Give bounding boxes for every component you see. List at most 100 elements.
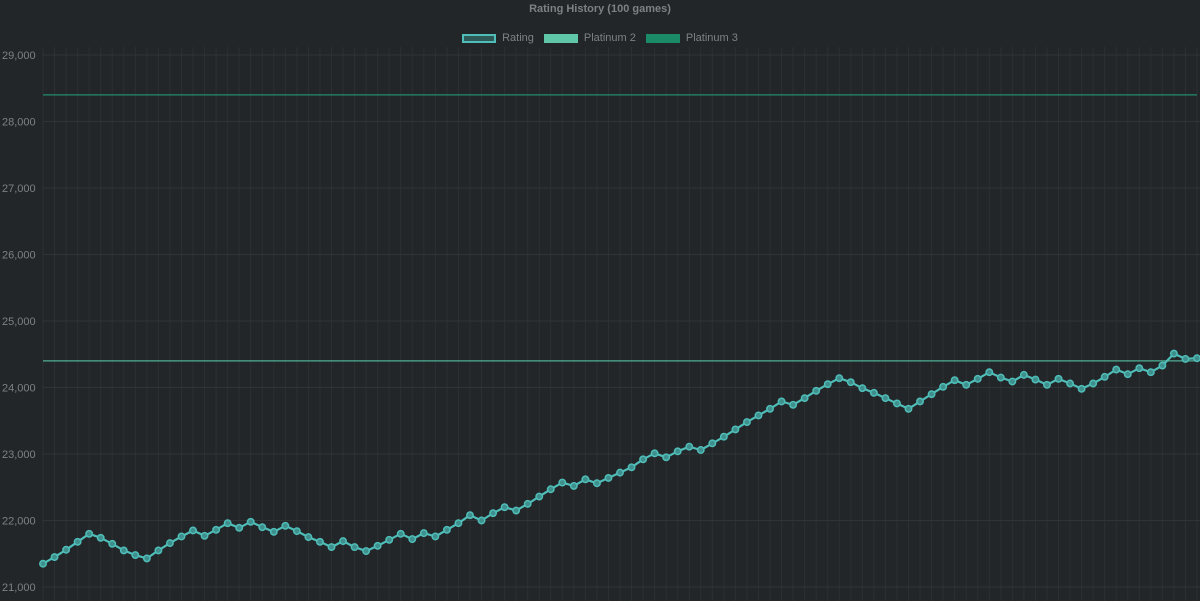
rating-point xyxy=(939,382,948,391)
rating-point xyxy=(719,432,728,441)
rating-point xyxy=(1077,384,1086,393)
y-tick-label: 29,000 xyxy=(2,50,36,62)
rating-point xyxy=(858,384,867,393)
rating-point xyxy=(477,516,486,525)
rating-point xyxy=(373,541,382,550)
rating-point xyxy=(927,390,936,399)
rating-point xyxy=(350,543,359,552)
rating-point xyxy=(212,525,221,534)
rating-point xyxy=(685,442,694,451)
rating-point xyxy=(281,521,290,530)
rating-point xyxy=(558,478,567,487)
rating-point xyxy=(846,378,855,387)
rating-point xyxy=(731,425,740,434)
rating-point xyxy=(673,447,682,456)
rating-point xyxy=(1169,349,1178,358)
rating-point xyxy=(1019,370,1028,379)
rating-point xyxy=(973,374,982,383)
rating-point xyxy=(512,506,521,515)
y-tick-label: 25,000 xyxy=(2,316,36,328)
rating-point xyxy=(777,397,786,406)
rating-point xyxy=(569,481,578,490)
y-tick-label: 21,000 xyxy=(2,582,36,594)
rating-point xyxy=(235,523,244,532)
rating-point xyxy=(639,455,648,464)
rating-point xyxy=(442,525,451,534)
rating-point xyxy=(627,463,636,472)
rating-point xyxy=(1043,380,1051,389)
rating-point xyxy=(246,517,255,526)
rating-point xyxy=(950,376,959,385)
rating-point xyxy=(292,527,301,536)
rating-point xyxy=(385,535,394,544)
rating-point xyxy=(962,380,971,389)
rating-point xyxy=(1008,377,1017,386)
y-tick-label: 27,000 xyxy=(2,183,36,195)
rating-point xyxy=(189,526,197,535)
y-tick-label: 23,000 xyxy=(2,449,36,461)
rating-point xyxy=(165,539,174,548)
rating-point xyxy=(592,479,601,488)
rating-point xyxy=(466,511,474,520)
rating-point xyxy=(881,394,890,403)
rating-point xyxy=(1146,368,1155,377)
rating-point xyxy=(535,492,544,501)
rating-point xyxy=(696,446,705,454)
rating-point xyxy=(258,523,267,532)
rating-point xyxy=(396,529,405,538)
rating-point xyxy=(742,418,751,427)
rating-point xyxy=(431,532,440,541)
rating-point xyxy=(581,475,590,484)
rating-point xyxy=(1123,370,1132,379)
rating-point xyxy=(339,537,347,546)
rating-point xyxy=(546,485,555,494)
rating-point xyxy=(1181,354,1190,363)
rating-point xyxy=(616,468,624,477)
rating-point xyxy=(869,388,878,397)
rating-point xyxy=(119,546,128,555)
rating-point xyxy=(304,533,313,542)
rating-point xyxy=(419,529,428,538)
rating-point xyxy=(800,394,809,403)
rating-point xyxy=(154,546,163,555)
rating-point xyxy=(1193,354,1200,363)
rating-point xyxy=(1135,364,1144,373)
rating-point xyxy=(1054,374,1063,383)
rating-point xyxy=(500,503,509,512)
rating-point xyxy=(108,539,117,548)
grid-lines xyxy=(42,47,1200,601)
plot-area: 21,000 22,000 23,000 24,000 25,000 26,000 27,0… xyxy=(2,47,1200,601)
rating-point xyxy=(708,439,717,448)
rating-point xyxy=(766,404,774,413)
rating-point xyxy=(96,533,105,542)
rating-point xyxy=(408,535,417,544)
rating-point xyxy=(812,386,821,395)
rating-point xyxy=(823,380,832,389)
rating-point xyxy=(1112,365,1121,374)
rating-point xyxy=(1100,372,1109,381)
rating-point xyxy=(489,509,498,518)
rating-point xyxy=(200,531,209,540)
rating-point xyxy=(523,499,532,508)
rating-point xyxy=(650,449,659,458)
y-tick-label: 26,000 xyxy=(2,250,36,262)
rating-point xyxy=(604,473,613,482)
rating-point xyxy=(1158,361,1167,370)
rating-point xyxy=(316,537,324,546)
rating-point xyxy=(835,374,844,383)
rating-point xyxy=(327,543,336,552)
y-tick-label: 24,000 xyxy=(2,383,36,395)
rating-point xyxy=(996,373,1005,382)
rating-point xyxy=(1089,379,1098,388)
rating-point xyxy=(50,553,59,562)
rating-point xyxy=(916,397,924,406)
rating-point xyxy=(85,529,94,538)
y-tick-label: 28,000 xyxy=(2,117,36,129)
y-tick-label: 22,000 xyxy=(2,516,36,528)
y-axis: 21,000 22,000 23,000 24,000 25,000 26,000 27,0… xyxy=(2,50,36,594)
rating-point xyxy=(269,527,278,536)
rating-point xyxy=(177,532,186,541)
rating-point xyxy=(362,547,371,556)
rating-point xyxy=(62,545,71,554)
rating-point xyxy=(73,537,82,546)
